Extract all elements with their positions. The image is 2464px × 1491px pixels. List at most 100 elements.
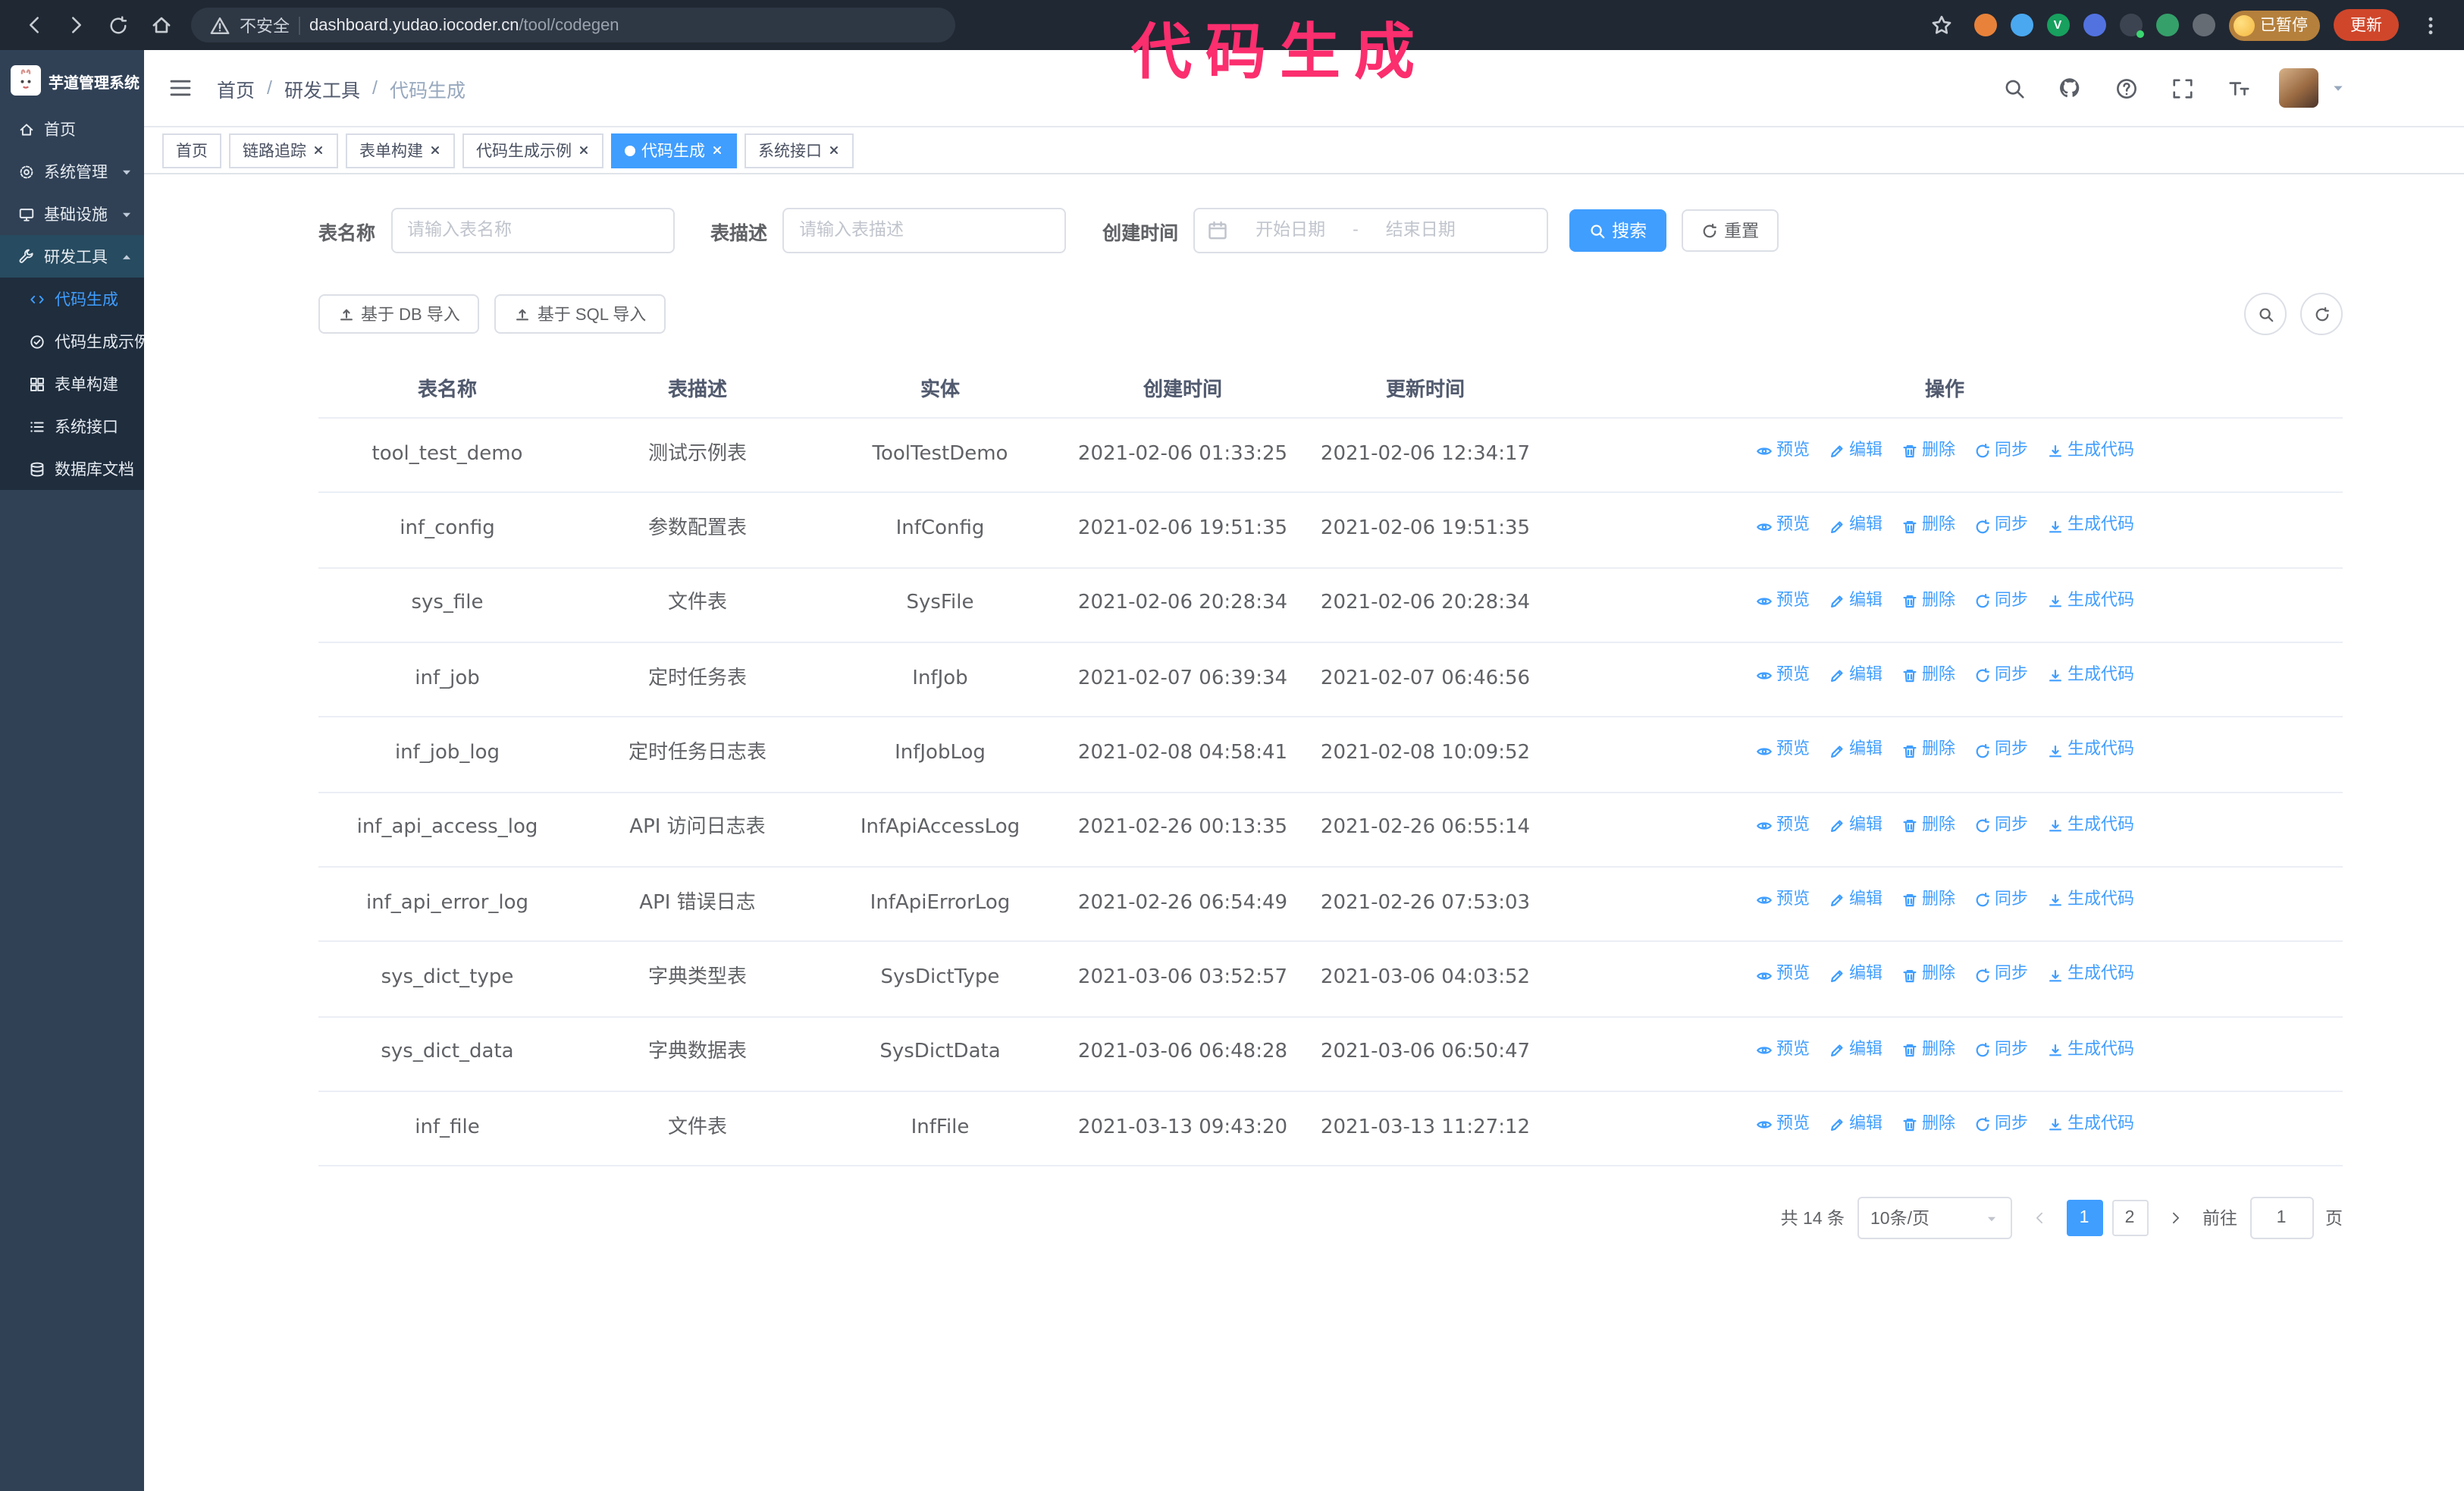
action-eye-link[interactable]: 预览 [1755,814,1810,838]
extension-leaf-icon[interactable] [2155,14,2178,36]
action-edit-link[interactable]: 编辑 [1828,589,1882,614]
action-trash-link[interactable]: 删除 [1901,1113,1955,1138]
font-size-button[interactable] [2223,73,2253,103]
action-download-link[interactable]: 生成代码 [2046,664,2134,689]
tab-close-icon[interactable] [312,144,324,156]
extensions-puzzle-icon[interactable] [2192,14,2215,36]
action-trash-link[interactable]: 删除 [1901,1038,1955,1063]
browser-menu-button[interactable] [2412,7,2449,43]
search-button[interactable]: 搜索 [1569,209,1667,252]
action-edit-link[interactable]: 编辑 [1828,1038,1882,1063]
avatar-caret-down-icon[interactable] [2331,80,2346,96]
action-eye-link[interactable]: 预览 [1755,889,1810,913]
page-button-1[interactable]: 1 [2066,1200,2102,1237]
action-eye-link[interactable]: 预览 [1755,515,1810,539]
profile-paused-badge[interactable]: 已暂停 [2228,10,2320,40]
address-bar[interactable]: 不安全 dashboard.yudao.iocoder.cn/tool/code… [191,8,955,42]
action-trash-link[interactable]: 删除 [1901,889,1955,913]
sidebar-subitem-api[interactable]: 系统接口 [0,405,144,447]
action-edit-link[interactable]: 编辑 [1828,1113,1882,1138]
action-download-link[interactable]: 生成代码 [2046,814,2134,838]
end-date-input[interactable] [1364,220,1477,241]
date-range-picker[interactable]: - [1193,208,1549,253]
sidebar-item-infra[interactable]: 基础设施 [0,193,144,235]
sidebar-subitem-db-doc[interactable]: 数据库文档 [0,447,144,490]
action-eye-link[interactable]: 预览 [1755,1038,1810,1063]
action-edit-link[interactable]: 编辑 [1828,515,1882,539]
browser-back-button[interactable] [15,7,52,43]
action-sync-link[interactable]: 同步 [1973,515,2028,539]
browser-forward-button[interactable] [58,7,94,43]
action-eye-link[interactable]: 预览 [1755,1113,1810,1138]
extension-status-icon[interactable] [2119,14,2143,38]
action-eye-link[interactable]: 预览 [1755,589,1810,614]
tab-close-icon[interactable] [578,144,590,156]
breadcrumb-item[interactable]: 研发工具 [284,74,360,102]
toggle-search-button[interactable] [2244,293,2287,335]
action-edit-link[interactable]: 编辑 [1828,440,1882,464]
tab-close-icon[interactable] [429,144,441,156]
action-download-link[interactable]: 生成代码 [2046,440,2134,464]
action-sync-link[interactable]: 同步 [1973,1113,2028,1138]
docs-help-button[interactable] [2111,73,2141,103]
bookmark-star-button[interactable] [1923,7,1960,43]
sidebar-subitem-form-builder[interactable]: 表单构建 [0,363,144,405]
action-sync-link[interactable]: 同步 [1973,440,2028,464]
extension-v-icon[interactable] [2046,14,2069,36]
sidebar-subitem-codegen[interactable]: 代码生成 [0,278,144,320]
table-name-input[interactable] [390,208,675,253]
next-page-button[interactable] [2160,1200,2190,1236]
extension-fox-icon[interactable] [1973,14,1996,36]
tab-close-icon[interactable] [828,144,840,156]
tab-代码生成示例[interactable]: 代码生成示例 [462,133,603,168]
tab-close-icon[interactable] [711,144,723,156]
extension-people-icon[interactable] [2083,14,2105,36]
table-desc-input[interactable] [782,208,1067,253]
tab-系统接口[interactable]: 系统接口 [745,133,854,168]
action-download-link[interactable]: 生成代码 [2046,1038,2134,1063]
extension-drop-icon[interactable] [2010,14,2033,36]
action-download-link[interactable]: 生成代码 [2046,889,2134,913]
sidebar-subitem-codegen-demo[interactable]: 代码生成示例 [0,320,144,363]
refresh-table-button[interactable] [2300,293,2343,335]
page-size-select[interactable]: 10条/页 [1857,1197,2011,1240]
tab-表单构建[interactable]: 表单构建 [346,133,455,168]
import-db-button[interactable]: 基于 DB 导入 [318,294,480,334]
fullscreen-button[interactable] [2167,73,2197,103]
action-edit-link[interactable]: 编辑 [1828,739,1882,764]
action-download-link[interactable]: 生成代码 [2046,963,2134,987]
action-edit-link[interactable]: 编辑 [1828,889,1882,913]
prev-page-button[interactable] [2024,1200,2054,1236]
breadcrumb-item[interactable]: 首页 [217,74,255,102]
action-sync-link[interactable]: 同步 [1973,664,2028,689]
action-sync-link[interactable]: 同步 [1973,889,2028,913]
action-eye-link[interactable]: 预览 [1755,440,1810,464]
browser-update-button[interactable]: 更新 [2334,9,2399,41]
sidebar-toggle-button[interactable] [159,67,202,109]
action-download-link[interactable]: 生成代码 [2046,589,2134,614]
action-trash-link[interactable]: 删除 [1901,963,1955,987]
import-sql-button[interactable]: 基于 SQL 导入 [494,294,666,334]
action-edit-link[interactable]: 编辑 [1828,963,1882,987]
header-search-button[interactable] [1998,73,2029,103]
action-edit-link[interactable]: 编辑 [1828,814,1882,838]
action-trash-link[interactable]: 删除 [1901,589,1955,614]
action-eye-link[interactable]: 预览 [1755,739,1810,764]
action-trash-link[interactable]: 删除 [1901,739,1955,764]
action-eye-link[interactable]: 预览 [1755,963,1810,987]
reset-button[interactable]: 重置 [1682,209,1779,252]
action-sync-link[interactable]: 同步 [1973,1038,2028,1063]
action-sync-link[interactable]: 同步 [1973,589,2028,614]
action-trash-link[interactable]: 删除 [1901,814,1955,838]
action-trash-link[interactable]: 删除 [1901,664,1955,689]
action-download-link[interactable]: 生成代码 [2046,1113,2134,1138]
action-download-link[interactable]: 生成代码 [2046,515,2134,539]
browser-reload-button[interactable] [100,7,136,43]
tab-代码生成[interactable]: 代码生成 [611,133,737,168]
github-link[interactable] [2055,73,2085,103]
sidebar-item-system[interactable]: 系统管理 [0,150,144,193]
browser-home-button[interactable] [143,7,179,43]
action-download-link[interactable]: 生成代码 [2046,739,2134,764]
tab-链路追踪[interactable]: 链路追踪 [229,133,338,168]
tab-首页[interactable]: 首页 [162,133,221,168]
